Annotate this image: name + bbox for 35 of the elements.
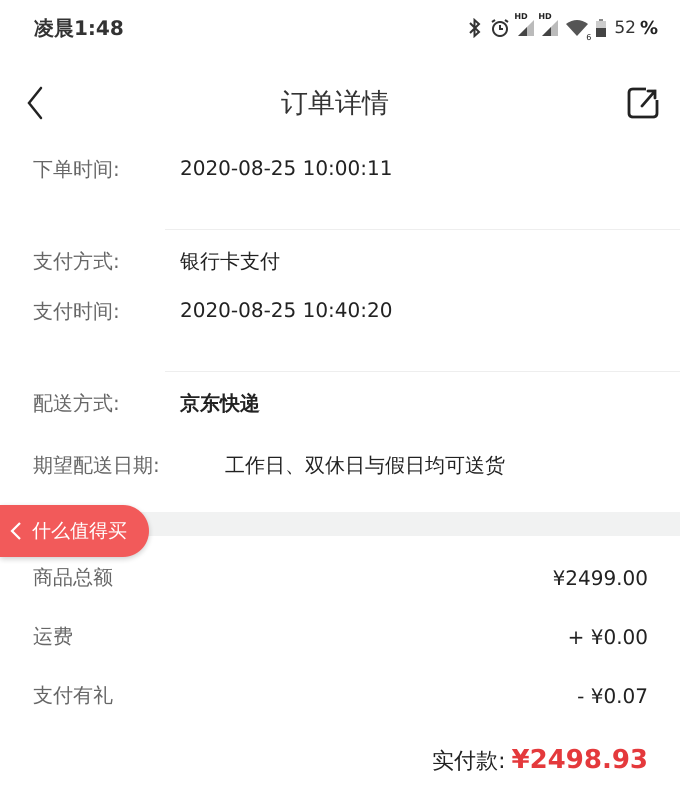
field-label: 支付时间: xyxy=(33,298,121,325)
field-label: 下单时间: xyxy=(33,156,121,183)
field-value: 2020-08-25 10:40:20 xyxy=(180,298,392,322)
signal-icon xyxy=(542,20,558,36)
floating-button[interactable]: 什么值得买 xyxy=(0,505,149,557)
battery-icon xyxy=(596,19,606,37)
total-value: ¥2498.93 xyxy=(511,745,648,775)
field-label: 配送方式: xyxy=(33,390,121,416)
bluetooth-icon xyxy=(468,18,482,38)
signal-label: HD xyxy=(538,12,552,21)
amount-label: 支付有礼 xyxy=(33,682,113,709)
amount-value: ¥2499.00 xyxy=(552,566,648,590)
amount-label: 运费 xyxy=(33,623,73,650)
page-title: 订单详情 xyxy=(281,87,389,121)
status-time: 凌晨1:48 xyxy=(34,14,124,42)
alarm-icon xyxy=(490,18,510,38)
amount-label: 商品总额 xyxy=(33,564,113,591)
amount-value: - ¥0.07 xyxy=(577,684,648,708)
wifi-icon xyxy=(566,19,588,37)
amount-value: + ¥0.00 xyxy=(568,624,648,648)
battery-percent: 52 xyxy=(614,18,636,38)
field-value: 京东快递 xyxy=(180,390,260,416)
chevron-icon xyxy=(10,521,22,541)
field-label: 期望配送日期: xyxy=(33,452,161,478)
total-label: 实付款: xyxy=(432,748,506,776)
field-value: 工作日、双休日与假日均可送货 xyxy=(225,452,505,478)
back-icon[interactable] xyxy=(26,86,44,120)
field-value: 银行卡支付 xyxy=(180,248,280,274)
signal-icon xyxy=(518,20,534,36)
signal-label: HD xyxy=(514,12,528,21)
share-icon[interactable] xyxy=(626,86,660,120)
field-value: 2020-08-25 10:00:11 xyxy=(180,156,392,180)
field-label: 支付方式: xyxy=(33,248,121,274)
percent-sign: % xyxy=(640,18,658,38)
wifi-label: 6 xyxy=(586,33,592,42)
